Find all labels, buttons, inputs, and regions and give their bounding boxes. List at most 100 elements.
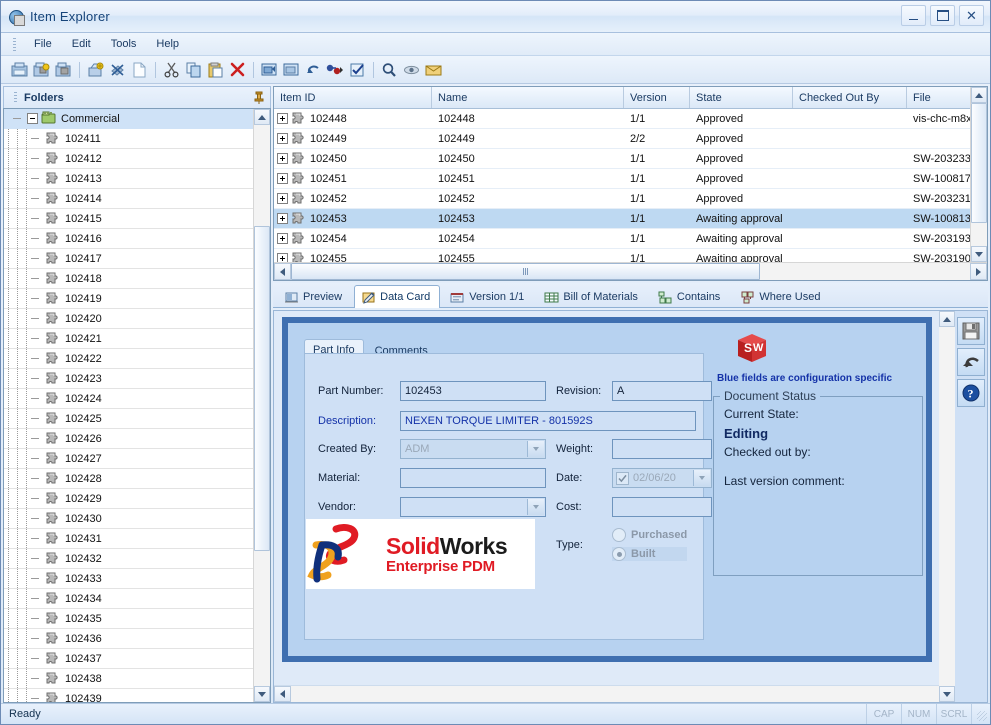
tab-contains[interactable]: Contains [650,286,730,307]
grid-cell-state[interactable]: Awaiting approval [690,213,793,225]
grid-hscroll-left-button[interactable] [274,263,291,280]
grid-cell-file[interactable]: SW-203193.SLDP [907,233,970,245]
scroll-down-button[interactable] [254,686,270,702]
grid-cell-item-id[interactable]: 102455 [274,251,432,262]
menu-item-file[interactable]: File [24,36,62,52]
grid-cell-name[interactable]: 102455 [432,253,624,263]
tree-item[interactable]: 102430 [4,509,253,529]
delete-icon[interactable] [227,59,248,80]
row-expand-toggle[interactable] [277,173,288,184]
menu-grip[interactable] [13,37,16,51]
grid-cell-item-id[interactable]: 102453 [274,211,432,226]
grid-scroll-thumb[interactable] [971,103,987,224]
resize-grip[interactable] [972,704,990,724]
notify-icon[interactable] [423,59,444,80]
card-scroll-up-button[interactable] [939,311,955,327]
grid-header-version[interactable]: Version [624,87,690,108]
tree-item[interactable]: 102412 [4,149,253,169]
grid-cell-version[interactable]: 1/1 [624,193,690,205]
grid-cell-file[interactable]: SW-203233.SLDP [907,153,970,165]
grid-cell-state[interactable]: Approved [690,173,793,185]
table-row[interactable]: 102454 102454 1/1 Awaiting approval SW-20319… [274,229,970,249]
tree-collapse-toggle[interactable] [27,113,38,124]
grid-cell-item-id[interactable]: 102449 [274,131,432,146]
help-button[interactable]: ? [957,379,985,407]
grid-cell-state[interactable]: Awaiting approval [690,233,793,245]
part-number-field[interactable]: 102453 [400,381,546,401]
paste-icon[interactable] [205,59,226,80]
tree-item[interactable]: 102419 [4,289,253,309]
grid-cell-file[interactable]: vis-chc-m8x60.pr [907,113,970,125]
grid-cell-name[interactable]: 102452 [432,193,624,205]
grid-cell-state[interactable]: Approved [690,153,793,165]
tree-item[interactable]: 102424 [4,389,253,409]
grid-header-state[interactable]: State [690,87,793,108]
tree-item[interactable]: 102421 [4,329,253,349]
date-dropdown-arrow[interactable] [693,470,710,486]
minimize-button[interactable] [901,5,926,26]
save-button[interactable] [957,317,985,345]
type-option-purchased[interactable]: Purchased [612,528,687,542]
new-document-icon[interactable] [129,59,150,80]
created-by-field[interactable]: ADM [400,439,546,459]
undo-check-out-icon[interactable] [303,59,324,80]
tree-item[interactable]: 102428 [4,469,253,489]
items-grid-scrollbar[interactable] [970,87,987,262]
folders-tree-scrollbar[interactable] [253,109,270,702]
tree-item[interactable]: 102438 [4,669,253,689]
grid-header-item-id[interactable]: Item ID [274,87,432,108]
new-item-from-template-icon[interactable] [53,59,74,80]
undo-button[interactable] [957,348,985,376]
scroll-thumb[interactable] [254,225,270,552]
check-in-icon[interactable] [259,59,280,80]
row-expand-toggle[interactable] [277,193,288,204]
approve-icon[interactable] [347,59,368,80]
grid-cell-file[interactable]: SW-100817.slda [907,173,970,185]
grid-cell-file[interactable]: SW-100813.SLDÁ [907,213,970,225]
tree-item[interactable]: 102427 [4,449,253,469]
tree-item[interactable]: 102413 [4,169,253,189]
tree-item[interactable]: 102433 [4,569,253,589]
grid-cell-name[interactable]: 102448 [432,113,624,125]
grid-cell-state[interactable]: Approved [690,133,793,145]
tree-item[interactable]: 102423 [4,369,253,389]
change-state-icon[interactable] [325,59,346,80]
menu-item-tools[interactable]: Tools [101,36,147,52]
maximize-button[interactable] [930,5,955,26]
menu-item-edit[interactable]: Edit [62,36,101,52]
table-row[interactable]: 102455 102455 1/1 Awaiting approval SW-20319… [274,249,970,262]
tree-item[interactable]: 102431 [4,529,253,549]
scroll-up-button[interactable] [254,109,270,125]
grid-cell-name[interactable]: 102453 [432,213,624,225]
grid-header-name[interactable]: Name [432,87,624,108]
grid-header-checked-out-by[interactable]: Checked Out By [793,87,907,108]
table-row[interactable]: 1024501024501/1ApprovedSW-203233.SLDP [274,149,970,169]
preview-icon[interactable] [401,59,422,80]
folders-tree[interactable]: Commercial 102411 102412 102413 102414 102415… [3,108,271,703]
table-row[interactable]: 102453 102453 1/1 Awaiting approval SW-10081… [274,209,970,229]
grid-hscroll-thumb[interactable] [291,263,760,280]
tab-preview[interactable]: Preview [277,286,352,307]
vendor-dropdown-arrow[interactable] [527,499,544,515]
check-out-icon[interactable] [281,59,302,80]
grid-hscroll-right-button[interactable] [970,263,987,280]
grid-cell-item-id[interactable]: 102448 [274,111,432,126]
radio-built[interactable] [612,547,626,561]
grid-cell-item-id[interactable]: 102451 [274,171,432,186]
grid-cell-item-id[interactable]: 102450 [274,151,432,166]
tree-item[interactable]: 102436 [4,629,253,649]
tree-item[interactable]: 102414 [4,189,253,209]
tab-version[interactable]: Version 1/1 [442,286,534,307]
tree-item[interactable]: 102417 [4,249,253,269]
card-scroll-track[interactable] [939,327,955,686]
pin-icon[interactable] [252,91,266,105]
items-grid-hscrollbar[interactable] [274,262,987,280]
new-item-icon[interactable] [9,59,30,80]
material-field[interactable] [400,468,546,488]
date-field[interactable]: 02/06/20 [612,468,712,488]
tree-item[interactable]: 102415 [4,209,253,229]
grid-cell-version[interactable]: 2/2 [624,133,690,145]
tree-root-commercial[interactable]: Commercial [4,109,253,129]
tree-item[interactable]: 102437 [4,649,253,669]
row-expand-toggle[interactable] [277,133,288,144]
